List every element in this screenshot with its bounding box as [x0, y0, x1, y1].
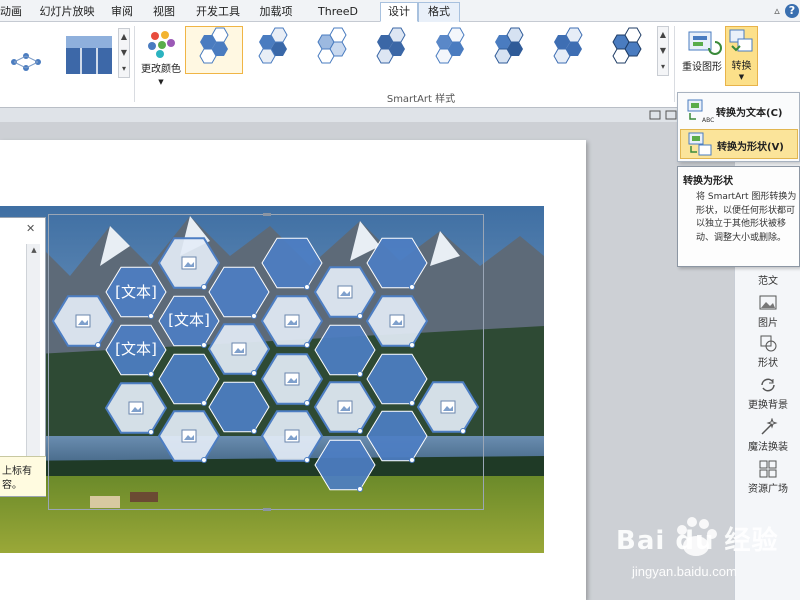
style-hex-icon [494, 27, 524, 64]
layout-thumb-org[interactable] [11, 53, 41, 71]
style-thumb-7[interactable] [539, 26, 597, 74]
tab-view[interactable]: 视图 [152, 3, 176, 22]
gallery-up-icon[interactable]: ▲ [658, 27, 668, 43]
layout-gallery-scroll: ▲ ▼ ▾ [118, 28, 130, 78]
collapse-ribbon-icon[interactable]: ▵ [770, 4, 784, 18]
side-item-change-background[interactable]: 更换背景 [735, 376, 800, 411]
svg-text:ABC: ABC [702, 117, 714, 124]
style-thumb-5[interactable] [421, 26, 479, 74]
styles-gallery-scroll: ▲ ▼ ▾ [657, 26, 669, 76]
gallery-up-icon[interactable]: ▲ [119, 29, 129, 45]
menu-item-convert-to-shapes[interactable]: 转换为形状(V) [680, 129, 798, 159]
layout-gallery-thumbnails [11, 36, 112, 74]
scroll-up-icon[interactable]: ▲ [27, 244, 41, 256]
style-thumb-3[interactable] [303, 26, 361, 74]
reset-graphic-button[interactable]: 重设图形 [679, 26, 725, 86]
dropdown-arrow-icon: ▼ [738, 73, 745, 81]
smartart-styles-group-label: SmartArt 样式 [386, 94, 456, 105]
convert-to-shapes-icon [688, 132, 712, 156]
view-icons [649, 110, 677, 120]
tooltip-title: 转换为形状 [683, 176, 733, 187]
convert-to-text-icon: ABC [687, 99, 714, 124]
style-thumb-8[interactable] [598, 26, 656, 74]
ribbon-tab-bar: 动画 幻灯片放映 审阅 视图 开发工具 加载项 ThreeD 2.1 设计 格式… [0, 0, 800, 35]
watermark-site: jingyan.baidu.com [632, 564, 737, 579]
smartart-styles-gallery: ▲ ▼ ▾ [183, 26, 669, 76]
baidu-watermark: Bai du 经验 jingyan.baidu.com [612, 508, 800, 600]
side-item-label: 魔法换装 [748, 442, 788, 453]
side-item-resource-square[interactable]: 资源广场 [735, 460, 800, 495]
style-thumb-4[interactable] [362, 26, 420, 74]
text-pane: ✕ ▲ ▼ 上标有 容。 [0, 217, 46, 497]
shape-icon [760, 335, 777, 352]
help-icon[interactable]: ? [785, 4, 799, 18]
view-toolbar [0, 108, 680, 122]
tab-format[interactable]: 格式 [418, 2, 460, 22]
tab-review[interactable]: 审阅 [110, 3, 134, 22]
convert-icon [729, 29, 753, 52]
gallery-more-icon[interactable]: ▾ [119, 61, 129, 77]
convert-button[interactable]: 转换 ▼ [725, 26, 758, 86]
group-separator [134, 26, 135, 102]
menu-item-convert-to-text[interactable]: ABC 转换为文本(C) [680, 96, 798, 126]
convert-to-shapes-label: 转换为形状(V) [717, 142, 784, 153]
resize-handle[interactable] [263, 213, 271, 216]
watermark-brand: Bai du 经验 [616, 526, 779, 556]
side-item-label: 形状 [758, 358, 778, 369]
style-hex-icon [435, 27, 465, 64]
tab-developer[interactable]: 开发工具 [194, 3, 242, 22]
gallery-more-icon[interactable]: ▾ [658, 59, 668, 75]
text-pane-scrollbar[interactable]: ▲ ▼ [26, 244, 40, 466]
side-item-label: 范文 [758, 276, 778, 287]
side-item-label: 更换背景 [748, 400, 788, 411]
layout-thumb-blocks[interactable] [66, 36, 112, 74]
style-hex-icon [258, 27, 288, 64]
change-colors-label: 更改颜色 [141, 64, 181, 75]
group-separator [674, 26, 675, 102]
side-item-label: 图片 [758, 318, 778, 329]
palette-icon [148, 31, 175, 58]
style-hex-icon [317, 27, 347, 64]
smartart-frame[interactable] [48, 213, 484, 511]
tab-slideshow[interactable]: 幻灯片放映 [36, 3, 98, 22]
style-hex-icon [612, 27, 642, 64]
tooltip-body: 将 SmartArt 图形转换为形状，以便任何形状都可以独立于其他形状被移动、调… [696, 192, 797, 243]
gallery-down-icon[interactable]: ▼ [119, 45, 129, 61]
magic-wand-icon [761, 418, 778, 435]
tooltip: 转换为形状 将 SmartArt 图形转换为形状，以便任何形状都可以独立于其他形… [677, 166, 800, 267]
layout-gallery: ▲ ▼ ▾ [0, 26, 130, 96]
convert-to-text-label: 转换为文本(C) [716, 108, 783, 119]
side-item-shape[interactable]: 形状 [735, 334, 800, 369]
text-pane-note: 上标有 容。 [0, 456, 46, 496]
change-colors-button[interactable]: 更改颜色 ▼ [138, 26, 184, 96]
tab-addins[interactable]: 加载项 [258, 3, 294, 22]
style-thumb-1[interactable] [185, 26, 243, 74]
text-pane-note-line-2: 容。 [2, 480, 22, 491]
reset-graphic-label: 重设图形 [682, 62, 722, 73]
resize-handle[interactable] [263, 508, 271, 511]
tab-threed[interactable]: ThreeD 2.1 [308, 3, 368, 35]
tab-animations[interactable]: 动画 [0, 3, 22, 22]
text-pane-note-line-1: 上标有 [2, 466, 32, 477]
style-hex-icon [376, 27, 406, 64]
style-thumb-2[interactable] [244, 26, 302, 74]
style-hex-icon [553, 27, 583, 64]
gallery-down-icon[interactable]: ▼ [658, 43, 668, 59]
close-icon[interactable]: ✕ [26, 222, 35, 235]
style-thumb-6[interactable] [480, 26, 538, 74]
style-hex-icon [199, 27, 229, 64]
convert-dropdown-menu: ABC 转换为文本(C) 转换为形状(V) [677, 92, 800, 162]
picture-icon [759, 295, 777, 310]
dropdown-arrow-icon: ▼ [158, 78, 164, 86]
refresh-icon [761, 378, 775, 392]
convert-label: 转换 [731, 61, 752, 72]
reset-graphic-icon [688, 31, 722, 55]
side-item-magic-outfit[interactable]: 魔法换装 [735, 418, 800, 453]
tab-design[interactable]: 设计 [380, 2, 418, 22]
side-item-templates[interactable]: 范文 [735, 272, 800, 287]
side-item-picture[interactable]: 图片 [735, 294, 800, 329]
grid-icon [759, 460, 777, 478]
side-item-label: 资源广场 [748, 484, 788, 495]
